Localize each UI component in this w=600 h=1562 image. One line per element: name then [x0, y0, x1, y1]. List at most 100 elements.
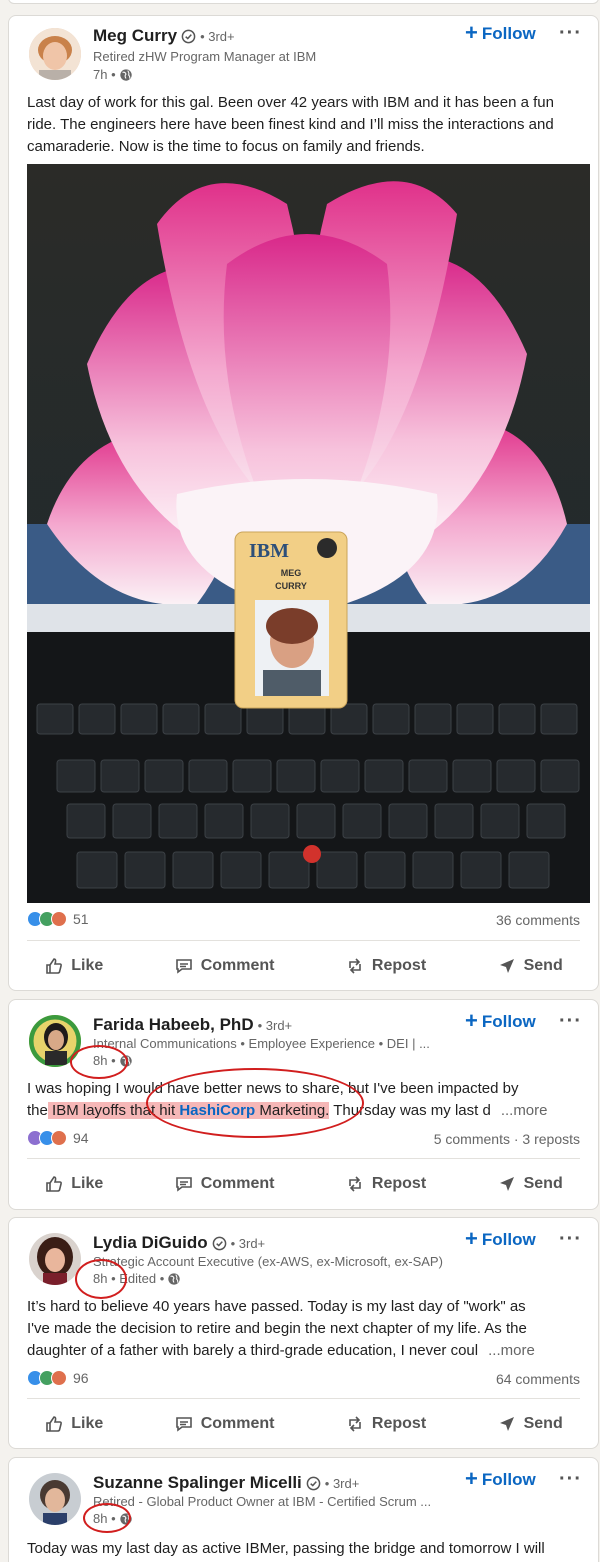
avatar[interactable]: [29, 1473, 81, 1525]
verified-icon: [306, 1476, 321, 1490]
love-reaction-icon: [51, 1130, 67, 1146]
verified-icon: [181, 29, 196, 43]
plus-icon: +: [465, 20, 478, 45]
action-bar: Like Comment Repost Send: [9, 1162, 598, 1206]
post-time: 8h • Edited •: [93, 1271, 165, 1286]
send-button[interactable]: Send: [497, 956, 563, 976]
post-time: 7h •: [93, 67, 116, 82]
comment-button[interactable]: Comment: [174, 1414, 275, 1434]
like-button[interactable]: Like: [44, 956, 103, 976]
repost-button[interactable]: Repost: [345, 956, 426, 976]
post-card: Lydia DiGuido • 3rd+ Strategic Account E…: [8, 1217, 599, 1449]
send-button[interactable]: Send: [497, 1414, 563, 1434]
author-headline: Internal Communications • Employee Exper…: [93, 1036, 430, 1051]
follow-button[interactable]: + Follow: [465, 1008, 536, 1033]
more-options-icon[interactable]: ···: [559, 1468, 582, 1491]
post-card: Farida Habeeb, PhD • 3rd+ Internal Commu…: [8, 999, 599, 1210]
post-time: 8h •: [93, 1511, 116, 1526]
repost-icon: [349, 1176, 361, 1192]
more-options-icon[interactable]: ···: [559, 1010, 582, 1033]
post-text-line: I've made the decision to retire and beg…: [27, 1320, 527, 1337]
send-label: Send: [523, 957, 563, 974]
send-icon: [499, 959, 514, 973]
repost-button[interactable]: Repost: [345, 1414, 426, 1434]
comment-button[interactable]: Comment: [174, 956, 275, 976]
post-text: I was hoping I would have better news to…: [27, 1078, 580, 1122]
send-icon: [499, 1177, 514, 1191]
post-card: Meg Curry • 3rd+ Retired zHW Program Man…: [8, 15, 599, 991]
repost-label: Repost: [371, 1175, 427, 1192]
connection-degree: • 3rd+: [257, 1017, 293, 1033]
see-more-link[interactable]: ...more: [488, 1342, 535, 1359]
post-text: Last day of work for this gal. Been over…: [27, 94, 554, 155]
repost-button[interactable]: Repost: [345, 1174, 426, 1194]
repost-label: Repost: [371, 957, 427, 974]
badge-name-first: MEG: [281, 568, 302, 578]
thumbs-up-icon: [46, 1176, 63, 1192]
like-button[interactable]: Like: [44, 1414, 103, 1434]
globe-icon: [119, 68, 132, 81]
reaction-count[interactable]: 94: [73, 1130, 89, 1146]
author-name[interactable]: Lydia DiGuido: [93, 1233, 208, 1253]
follow-button[interactable]: + Follow: [465, 1466, 536, 1491]
comment-label: Comment: [200, 957, 275, 974]
comment-label: Comment: [200, 1175, 275, 1192]
repost-label: Repost: [371, 1415, 427, 1432]
author-name[interactable]: Meg Curry: [93, 26, 177, 46]
thumbs-up-icon: [46, 958, 63, 974]
send-button[interactable]: Send: [497, 1174, 563, 1194]
avatar[interactable]: [29, 1233, 81, 1285]
hashicorp-mention[interactable]: HashiCorp: [179, 1102, 255, 1119]
comment-label: Comment: [200, 1415, 275, 1432]
comment-icon: [175, 1177, 192, 1192]
connection-degree: • 3rd+: [324, 1475, 360, 1491]
post-text: It’s hard to believe 40 years have passe…: [27, 1296, 580, 1362]
like-button[interactable]: Like: [44, 1174, 103, 1194]
divider: [27, 1398, 580, 1399]
avatar[interactable]: [29, 28, 81, 80]
comments-count[interactable]: 5 comments · 3 reposts: [434, 1131, 580, 1147]
divider: [27, 1158, 580, 1159]
love-reaction-icon: [51, 1370, 67, 1386]
plus-icon: +: [465, 1466, 478, 1491]
post-text-line: I was hoping I would have better news to…: [27, 1080, 519, 1097]
follow-button[interactable]: + Follow: [465, 20, 536, 45]
repost-icon: [349, 958, 361, 974]
post-text-line: the IBM layoffs that hit HashiCorp Marke…: [27, 1102, 548, 1119]
follow-button[interactable]: + Follow: [465, 1228, 536, 1250]
author-name[interactable]: Suzanne Spalinger Micelli: [93, 1473, 302, 1493]
previous-post-card-edge: [8, 0, 599, 4]
comments-count[interactable]: 36 comments: [496, 912, 580, 928]
see-more-link[interactable]: ...more: [501, 1102, 548, 1119]
plus-icon: +: [465, 1008, 478, 1033]
follow-label: Follow: [481, 24, 536, 43]
send-label: Send: [523, 1415, 563, 1432]
like-label: Like: [71, 957, 104, 974]
badge-logo: IBM: [249, 540, 289, 562]
connection-degree: • 3rd+: [230, 1235, 266, 1251]
post-text-line: daughter of a father with barely a third…: [27, 1342, 535, 1359]
more-options-icon[interactable]: ···: [559, 1228, 582, 1251]
action-bar: Like Comment Repost Send: [9, 1402, 598, 1446]
author-headline: Retired - Global Product Owner at IBM - …: [93, 1494, 432, 1509]
connection-degree: • 3rd+: [200, 28, 235, 44]
post-card: Suzanne Spalinger Micelli • 3rd+ Retired…: [8, 1457, 599, 1562]
comment-button[interactable]: Comment: [174, 1174, 275, 1194]
reaction-count[interactable]: 51: [73, 911, 89, 927]
comments-count[interactable]: 64 comments: [496, 1371, 580, 1387]
post-text-line: It’s hard to believe 40 years have passe…: [27, 1298, 526, 1315]
follow-label: Follow: [481, 1012, 536, 1031]
post-time: 8h •: [93, 1053, 116, 1068]
love-reaction-icon: [51, 911, 67, 927]
author-name[interactable]: Farida Habeeb, PhD: [93, 1015, 254, 1035]
post-image[interactable]: IBM MEG CURRY: [27, 164, 590, 903]
verified-icon: [212, 1236, 226, 1250]
follow-label: Follow: [481, 1230, 536, 1249]
divider: [27, 940, 580, 941]
globe-icon: [119, 1512, 132, 1525]
more-options-icon[interactable]: ···: [559, 22, 582, 45]
author-headline: Strategic Account Executive (ex-AWS, ex-…: [93, 1254, 443, 1269]
avatar[interactable]: [29, 1015, 81, 1067]
author-headline: Retired zHW Program Manager at IBM: [93, 49, 317, 64]
reaction-count[interactable]: 96: [73, 1370, 89, 1386]
